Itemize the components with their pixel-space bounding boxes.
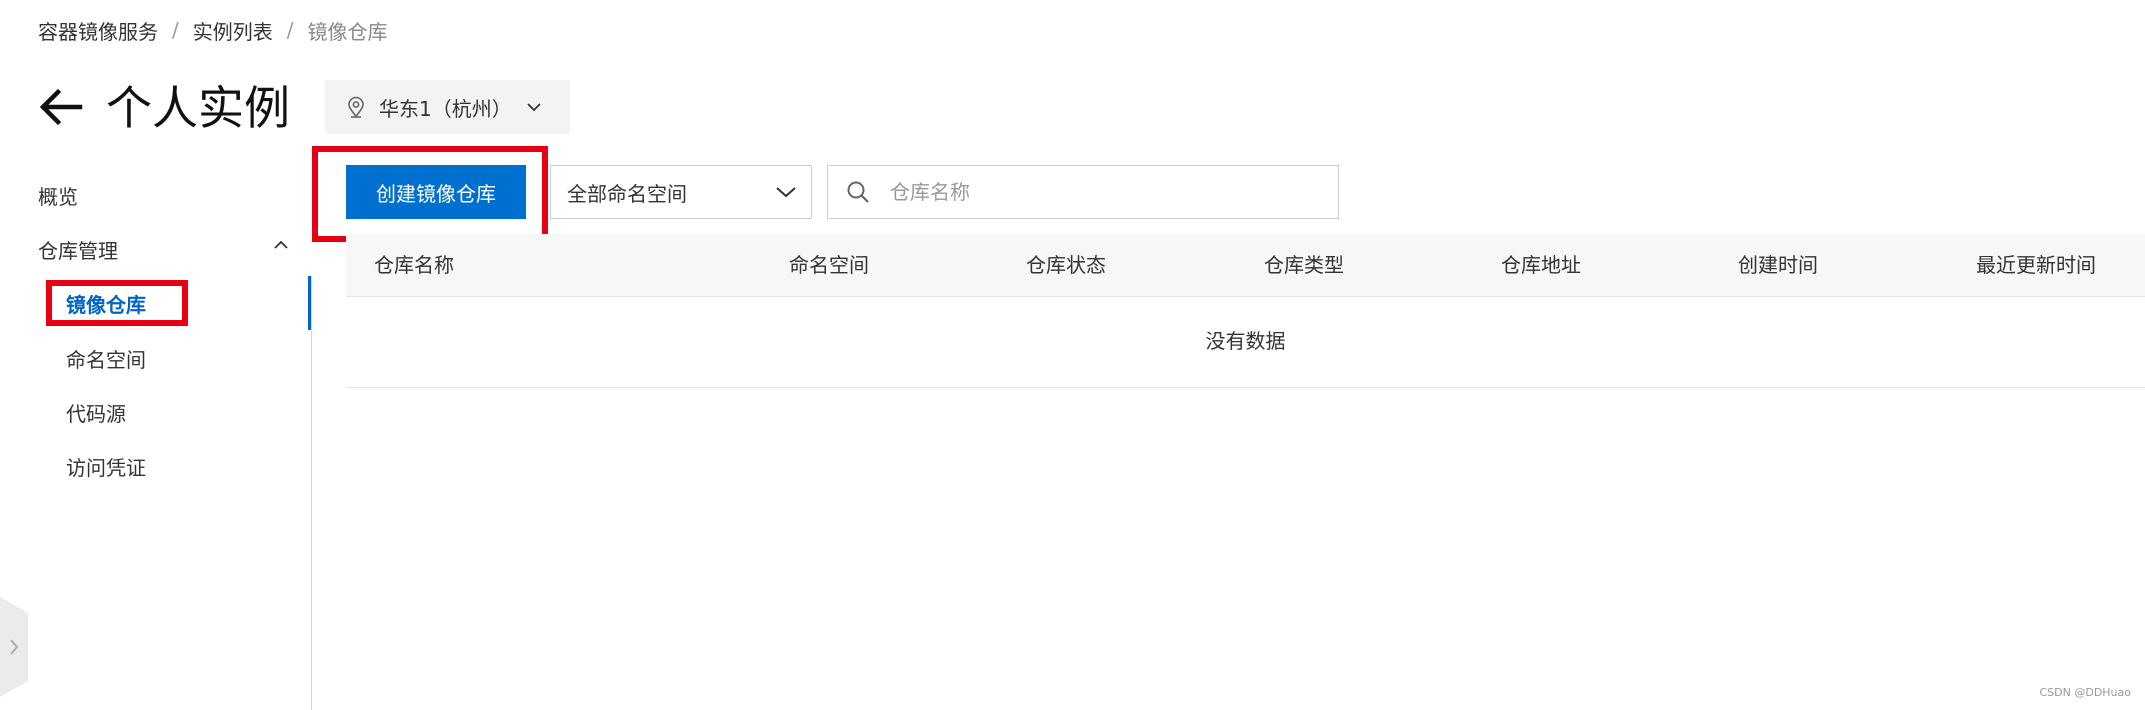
column-header-repo-name: 仓库名称: [374, 253, 454, 277]
page-title: 个人实例: [106, 81, 290, 135]
sidebar-collapse-handle[interactable]: [0, 597, 28, 697]
namespace-select-value: 全部命名空间: [567, 181, 687, 206]
column-header-repo-address: 仓库地址: [1501, 253, 1581, 277]
breadcrumb-separator: /: [172, 18, 179, 42]
column-header-namespace: 命名空间: [789, 253, 869, 277]
sidebar-active-indicator: [308, 276, 311, 330]
table-header: 仓库名称 命名空间 仓库状态 仓库类型 仓库地址 创建时间 最近更新时间: [346, 234, 2145, 297]
repo-name-search-input[interactable]: [888, 179, 1312, 205]
sidebar-item-image-repo[interactable]: 镜像仓库: [66, 290, 146, 320]
namespace-select[interactable]: 全部命名空间: [550, 165, 812, 219]
sidebar-item-access-credential[interactable]: 访问凭证: [66, 453, 146, 483]
column-header-created-time: 创建时间: [1738, 253, 1818, 277]
column-header-updated-time: 最近更新时间: [1976, 253, 2096, 277]
search-icon: [846, 180, 870, 204]
location-pin-icon: [347, 96, 365, 118]
region-label: 华东1（杭州）: [379, 96, 512, 121]
breadcrumb-item-service[interactable]: 容器镜像服务: [38, 16, 158, 45]
sidebar-item-overview[interactable]: 概览: [38, 182, 78, 212]
table-empty-row: 没有数据: [346, 297, 2145, 388]
column-header-repo-type: 仓库类型: [1264, 253, 1344, 277]
sidebar-item-code-source[interactable]: 代码源: [66, 399, 126, 429]
breadcrumb: 容器镜像服务 / 实例列表 / 镜像仓库: [38, 16, 388, 44]
column-header-repo-status: 仓库状态: [1026, 253, 1106, 277]
chevron-down-icon: [526, 102, 542, 112]
chevron-down-icon: [775, 185, 797, 199]
breadcrumb-separator: /: [286, 18, 294, 42]
create-image-repo-button[interactable]: 创建镜像仓库: [346, 165, 526, 219]
sidebar-divider: [311, 276, 312, 710]
watermark: CSDN @DDHuao: [2039, 686, 2131, 699]
region-selector[interactable]: 华东1（杭州）: [325, 80, 570, 134]
chevron-right-icon: [9, 638, 19, 656]
breadcrumb-item-instances[interactable]: 实例列表: [193, 16, 273, 45]
sidebar-item-namespace[interactable]: 命名空间: [66, 345, 146, 375]
breadcrumb-item-current: 镜像仓库: [307, 19, 388, 44]
search-box: [827, 165, 1339, 219]
sidebar-group-repo-management[interactable]: 仓库管理: [38, 236, 118, 266]
back-arrow-icon[interactable]: [36, 82, 86, 132]
empty-state-text: 没有数据: [1205, 329, 1286, 353]
chevron-up-icon[interactable]: [273, 240, 289, 250]
